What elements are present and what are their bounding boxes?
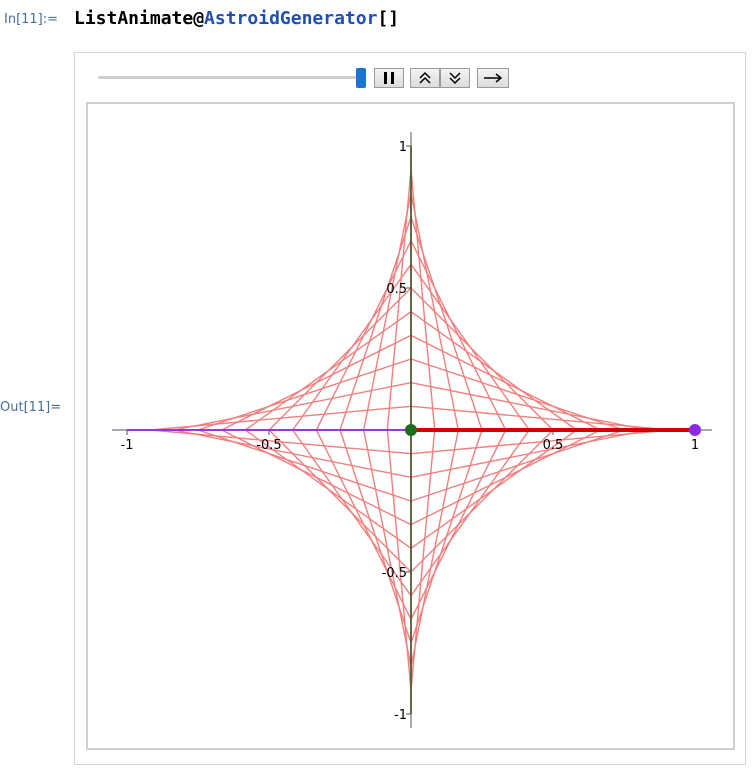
envelope-line xyxy=(221,429,412,526)
envelope-line xyxy=(410,405,672,431)
envelope-line xyxy=(410,429,672,455)
x-tick-label: -1 xyxy=(121,438,134,453)
envelope-line xyxy=(410,334,601,431)
envelope-line xyxy=(410,381,648,431)
envelope-line xyxy=(221,334,412,431)
green-point xyxy=(405,424,417,436)
purple-point xyxy=(689,424,701,436)
envelope-line xyxy=(174,429,412,479)
plot-marks xyxy=(127,146,701,714)
envelope-line xyxy=(174,381,412,431)
envelope-line xyxy=(244,311,412,431)
astroid-plot: -1 -0.5 0.5 1 1 0.5 -0.5 -1 xyxy=(112,132,712,728)
y-tick-label: 0.5 xyxy=(386,282,407,297)
envelope-line xyxy=(410,429,648,479)
envelope-line xyxy=(410,429,601,526)
y-tick-label: -0.5 xyxy=(382,566,407,581)
x-tick-label: 1 xyxy=(691,438,699,453)
envelope-line xyxy=(150,405,412,431)
x-tick-label: -0.5 xyxy=(256,438,281,453)
y-tick-label: -1 xyxy=(394,708,407,723)
x-tick-label: 0.5 xyxy=(543,438,564,453)
y-tick-label: 1 xyxy=(399,140,407,155)
envelope-line xyxy=(410,311,578,431)
